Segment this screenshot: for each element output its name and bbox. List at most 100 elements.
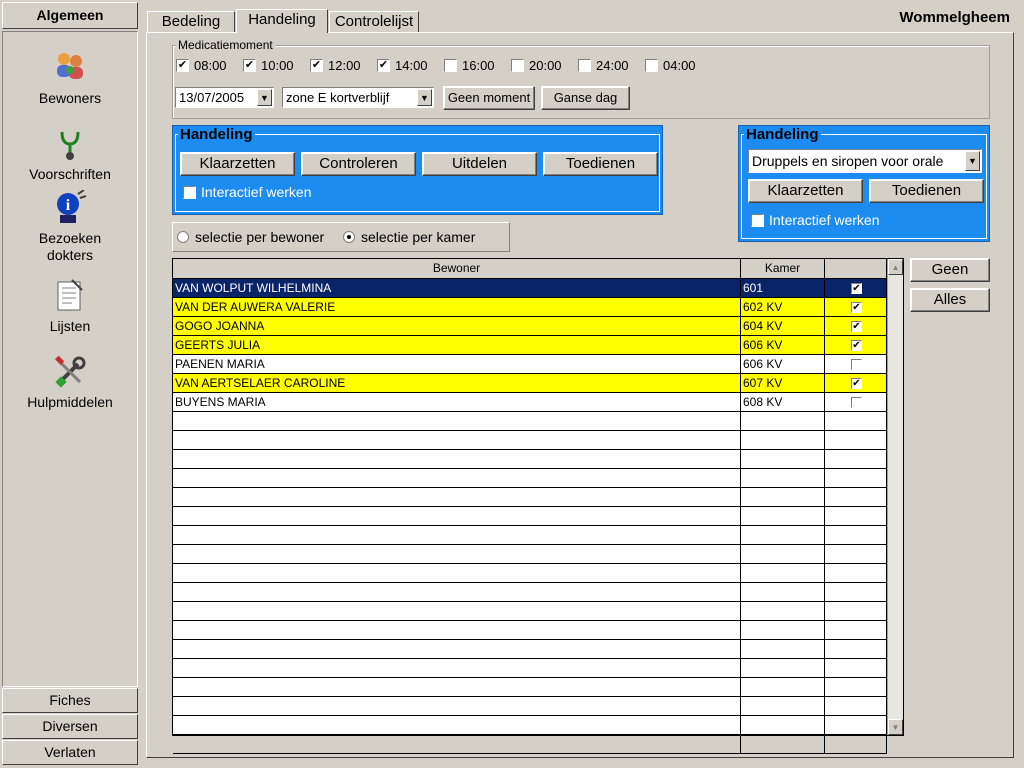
table-row[interactable]: VAN AERTSELAER CAROLINE 607 KV ✔ — [173, 374, 887, 393]
table-row[interactable] — [173, 526, 887, 545]
cell-bewoner — [173, 469, 741, 487]
ganse-dag-button[interactable]: Ganse dag — [541, 86, 630, 110]
cell-bewoner — [173, 545, 741, 563]
sidebar-verlaten-button[interactable]: Verlaten — [2, 740, 138, 765]
column-header-check[interactable] — [825, 259, 887, 278]
document-list-icon — [57, 279, 83, 311]
table-row[interactable] — [173, 621, 887, 640]
time-checkbox-1000[interactable]: ✔ 10:00 — [243, 58, 294, 73]
table-row[interactable] — [173, 412, 887, 431]
time-checkbox-1200[interactable]: ✔ 12:00 — [310, 58, 361, 73]
sidebar-item-bewoners[interactable]: Bewoners — [3, 50, 137, 106]
sidebar-item-lijsten[interactable]: Lijsten — [3, 278, 137, 334]
vertical-scrollbar[interactable]: ▲ ▼ — [887, 259, 903, 735]
uitdelen-button[interactable]: Uitdelen — [422, 152, 537, 176]
toedienen-button-right[interactable]: Toedienen — [869, 179, 984, 203]
row-checkbox[interactable]: ✔ — [851, 339, 862, 351]
klaarzetten-button-right[interactable]: Klaarzetten — [748, 179, 863, 203]
handeling-type-select[interactable]: Druppels en siropen voor orale ▼ — [748, 149, 982, 173]
table-row[interactable] — [173, 488, 887, 507]
scroll-up-icon[interactable]: ▲ — [888, 259, 903, 275]
sidebar-menu: Bewoners Voorschriften i Bezoeken dokter… — [2, 31, 138, 687]
chevron-down-icon[interactable]: ▼ — [965, 151, 980, 171]
cell-bewoner — [173, 602, 741, 620]
sidebar-diversen-button[interactable]: Diversen — [2, 714, 138, 739]
table-row[interactable]: VAN WOLPUT WILHELMINA 601 ✔ — [173, 279, 887, 298]
table-row[interactable] — [173, 431, 887, 450]
table-row[interactable] — [173, 545, 887, 564]
selectie-radio-group: selectie per bewoner selectie per kamer — [172, 222, 510, 252]
table-row[interactable] — [173, 564, 887, 583]
table-row[interactable] — [173, 507, 887, 526]
scroll-down-icon[interactable]: ▼ — [888, 719, 903, 735]
interactief-werken-checkbox[interactable]: ✔ Interactief werken — [183, 184, 312, 200]
table-row[interactable]: GEERTS JULIA 606 KV ✔ — [173, 336, 887, 355]
table-row[interactable] — [173, 602, 887, 621]
cell-kamer — [741, 659, 825, 677]
radio-label: selectie per kamer — [361, 229, 476, 245]
time-checkbox-2400[interactable]: 24:00 — [578, 58, 629, 73]
time-label: 16:00 — [462, 58, 495, 73]
alles-button[interactable]: Alles — [910, 288, 990, 312]
time-checkbox-0800[interactable]: ✔ 08:00 — [176, 58, 227, 73]
row-checkbox[interactable] — [851, 358, 862, 370]
geen-moment-button[interactable]: Geen moment — [443, 86, 535, 110]
sidebar-item-bezoeken-dokters[interactable]: i Bezoeken dokters — [3, 190, 137, 264]
tools-icon — [55, 355, 86, 388]
row-checkbox[interactable]: ✔ — [851, 320, 862, 332]
column-header-bewoner[interactable]: Bewoner — [173, 259, 741, 278]
table-row[interactable]: PAENEN MARIA 606 KV — [173, 355, 887, 374]
sidebar-fiches-button[interactable]: Fiches — [2, 688, 138, 713]
column-header-kamer[interactable]: Kamer — [741, 259, 825, 278]
time-checkbox-1400[interactable]: ✔ 14:00 — [377, 58, 428, 73]
cell-kamer — [741, 469, 825, 487]
controleren-button[interactable]: Controleren — [301, 152, 416, 176]
cell-check — [825, 735, 887, 753]
cell-check: ✔ — [825, 298, 887, 316]
table-row[interactable] — [173, 735, 887, 754]
table-row[interactable] — [173, 678, 887, 697]
row-checkbox[interactable]: ✔ — [851, 282, 862, 294]
time-checkbox-1600[interactable]: 16:00 — [444, 58, 495, 73]
zone-select[interactable]: zone E kortverblijf ▼ — [282, 87, 434, 108]
sidebar-item-voorschriften[interactable]: Voorschriften — [3, 126, 137, 182]
chevron-down-icon[interactable]: ▼ — [257, 89, 272, 106]
table-row[interactable]: BUYENS MARIA 608 KV — [173, 393, 887, 412]
cell-check — [825, 412, 887, 430]
checkbox-box — [645, 59, 658, 72]
table-row[interactable] — [173, 583, 887, 602]
interactief-werken-checkbox-right[interactable]: Interactief werken — [751, 212, 880, 228]
row-checkbox[interactable] — [851, 396, 862, 408]
table-row[interactable] — [173, 450, 887, 469]
cell-kamer — [741, 526, 825, 544]
tab-controlelijst[interactable]: Controlelijst — [329, 11, 419, 33]
radio-per-kamer[interactable]: selectie per kamer — [343, 229, 475, 245]
time-checkbox-0400[interactable]: 04:00 — [645, 58, 696, 73]
table-row[interactable] — [173, 697, 887, 716]
geen-button[interactable]: Geen — [910, 258, 990, 282]
table-row[interactable] — [173, 659, 887, 678]
cell-bewoner: BUYENS MARIA — [173, 393, 741, 411]
table-row[interactable]: VAN DER AUWERA VALERIE 602 KV ✔ — [173, 298, 887, 317]
row-checkbox[interactable]: ✔ — [851, 301, 862, 313]
cell-check — [825, 355, 887, 373]
sidebar-item-hulpmiddelen[interactable]: Hulpmiddelen — [3, 354, 137, 410]
bewoners-table[interactable]: Bewoner Kamer VAN WOLPUT WILHELMINA 601 ✔ V… — [172, 258, 904, 754]
toedienen-button[interactable]: Toedienen — [543, 152, 658, 176]
cell-bewoner — [173, 488, 741, 506]
radio-per-bewoner[interactable]: selectie per bewoner — [177, 229, 324, 245]
date-select[interactable]: 13/07/2005 ▼ — [175, 87, 274, 108]
row-checkbox[interactable]: ✔ — [851, 377, 862, 389]
table-row[interactable]: GOGO JOANNA 604 KV ✔ — [173, 317, 887, 336]
cell-kamer — [741, 697, 825, 715]
chevron-down-icon[interactable]: ▼ — [417, 89, 432, 106]
klaarzetten-button[interactable]: Klaarzetten — [180, 152, 295, 176]
table-row[interactable] — [173, 469, 887, 488]
tab-handeling[interactable]: Handeling — [236, 9, 328, 33]
cell-check — [825, 583, 887, 601]
tab-bedeling[interactable]: Bedeling — [147, 11, 235, 33]
table-row[interactable] — [173, 640, 887, 659]
cell-kamer: 602 KV — [741, 298, 825, 316]
table-row[interactable] — [173, 716, 887, 735]
time-checkbox-2000[interactable]: 20:00 — [511, 58, 562, 73]
